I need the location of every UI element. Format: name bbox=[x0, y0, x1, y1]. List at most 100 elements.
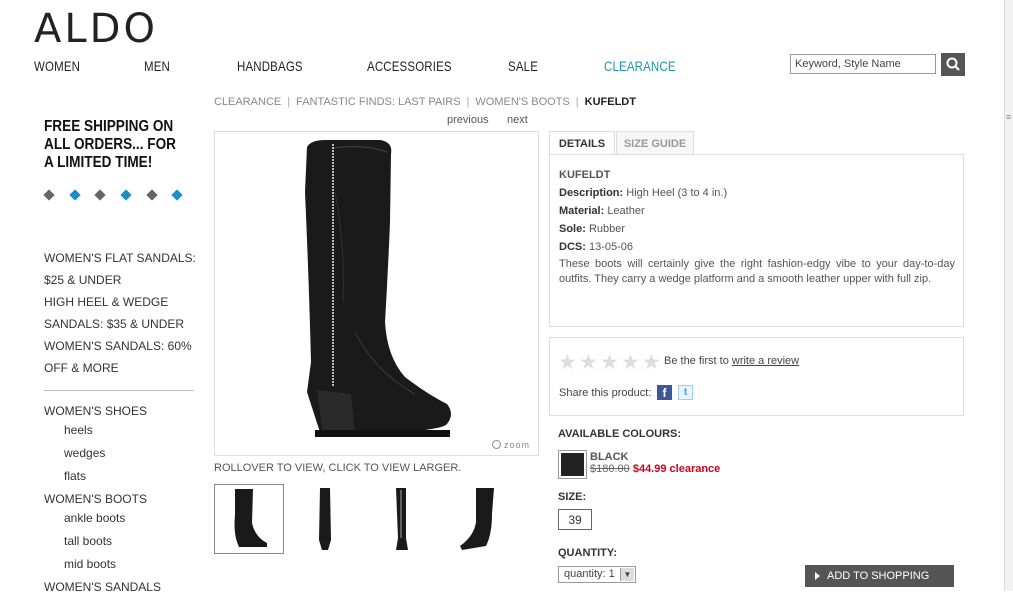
rating-star-icon[interactable]: ★ bbox=[621, 350, 640, 375]
breadcrumb-fantastic-finds[interactable]: FANTASTIC FINDS: LAST PAIRS bbox=[296, 96, 460, 108]
promo-link-flat-sandals-price[interactable]: $25 & UNDER bbox=[44, 273, 121, 287]
breadcrumb: CLEARANCE | FANTASTIC FINDS: LAST PAIRS | WO… bbox=[214, 96, 636, 108]
detail-dcs: DCS: 13-05-06 bbox=[559, 241, 633, 253]
previous-link[interactable]: previous bbox=[447, 114, 489, 126]
boot-thumbnail-image bbox=[234, 489, 267, 547]
tab-details[interactable]: DETAILS bbox=[549, 131, 615, 155]
sidebar-item-womens-shoes[interactable]: WOMEN'S SHOES bbox=[44, 404, 147, 418]
size-label: SIZE: bbox=[558, 491, 587, 503]
nav-women[interactable]: WOMEN bbox=[34, 58, 80, 74]
promo-link-heel-wedge-price[interactable]: SANDALS: $35 & UNDER bbox=[44, 317, 184, 331]
breadcrumb-current: KUFELDT bbox=[584, 96, 636, 108]
sidebar-item-flats[interactable]: flats bbox=[64, 469, 86, 483]
zoom-icon bbox=[492, 440, 501, 449]
boot-thumbnail-image bbox=[460, 488, 494, 550]
detail-sole: Sole: Rubber bbox=[559, 223, 625, 235]
promo-link-womens-sandals-off[interactable]: OFF & MORE bbox=[44, 361, 119, 375]
boot-image bbox=[305, 140, 451, 437]
zoom-label: zoom bbox=[504, 440, 531, 450]
write-review-link[interactable]: write a review bbox=[732, 355, 799, 367]
facebook-share-icon[interactable]: f bbox=[657, 385, 672, 400]
add-to-bag-button[interactable]: ADD TO SHOPPING BAG bbox=[805, 565, 954, 604]
rating-star-icon[interactable]: ★ bbox=[600, 350, 619, 375]
product-name: KUFELDT bbox=[559, 169, 611, 181]
quantity-label: QUANTITY: bbox=[558, 547, 618, 559]
carousel-dot[interactable] bbox=[43, 189, 55, 201]
detail-description: Description: High Heel (3 to 4 in.) bbox=[559, 187, 727, 199]
main-product-image[interactable] bbox=[214, 131, 539, 456]
detail-value: High Heel (3 to 4 in.) bbox=[626, 187, 728, 199]
zoom-control[interactable]: zoom bbox=[492, 440, 530, 450]
review-prompt: Be the first to write a review bbox=[664, 355, 799, 367]
breadcrumb-separator: | bbox=[466, 96, 470, 108]
sidebar-item-tall-boots[interactable]: tall boots bbox=[64, 534, 112, 548]
sidebar-item-womens-boots[interactable]: WOMEN'S BOOTS bbox=[44, 492, 147, 506]
carousel-dot[interactable] bbox=[171, 189, 183, 201]
sidebar-divider bbox=[44, 390, 194, 391]
share-label: Share this product: bbox=[559, 387, 652, 399]
carousel-dot[interactable] bbox=[120, 189, 132, 201]
review-prompt-text: Be the first to bbox=[664, 355, 729, 367]
arrow-right-icon bbox=[815, 572, 820, 580]
available-colours-label: AVAILABLE COLOURS: bbox=[558, 428, 682, 440]
search-button[interactable] bbox=[941, 53, 965, 76]
carousel-dot[interactable] bbox=[94, 189, 106, 201]
clearance-price: $44.99 clearance bbox=[632, 463, 721, 475]
scrollbar-grip-icon: ≡ bbox=[1006, 112, 1012, 122]
detail-value: Leather bbox=[607, 205, 645, 217]
thumbnail-side[interactable] bbox=[214, 484, 284, 554]
rating-star-icon[interactable]: ★ bbox=[558, 350, 577, 375]
nav-accessories[interactable]: ACCESSORIES bbox=[367, 58, 452, 74]
thumbnail-back[interactable] bbox=[366, 484, 436, 554]
breadcrumb-clearance[interactable]: CLEARANCE bbox=[214, 96, 281, 108]
tab-size-guide[interactable]: SIZE GUIDE bbox=[616, 131, 694, 155]
breadcrumb-separator: | bbox=[575, 96, 579, 108]
chevron-down-icon[interactable]: ▼ bbox=[620, 568, 634, 581]
search-input[interactable]: Keyword, Style Name bbox=[790, 54, 936, 74]
twitter-share-icon[interactable]: t bbox=[678, 385, 693, 400]
quantity-select[interactable]: quantity: 1 ▼ bbox=[558, 566, 636, 583]
product-description: These boots will certainly give the righ… bbox=[559, 258, 955, 285]
boot-thumbnail-image bbox=[396, 488, 408, 550]
carousel-dot[interactable] bbox=[69, 189, 81, 201]
free-shipping-promo[interactable]: FREE SHIPPING ON ALL ORDERS... FOR A LIM… bbox=[44, 118, 180, 172]
breadcrumb-womens-boots[interactable]: WOMEN'S BOOTS bbox=[475, 96, 569, 108]
detail-label: Material: bbox=[559, 205, 605, 217]
quantity-value: quantity: 1 bbox=[564, 568, 615, 580]
promo-link-heel-wedge[interactable]: HIGH HEEL & WEDGE bbox=[44, 295, 168, 309]
sidebar-item-womens-sandals[interactable]: WOMEN'S SANDALS bbox=[44, 580, 161, 594]
add-to-bag-label: ADD TO SHOPPING BAG bbox=[827, 570, 930, 604]
nav-clearance[interactable]: CLEARANCE bbox=[604, 58, 676, 74]
sidebar-item-wedges[interactable]: wedges bbox=[64, 446, 105, 460]
detail-label: Sole: bbox=[559, 223, 586, 235]
size-option[interactable]: 39 bbox=[558, 509, 592, 530]
breadcrumb-separator: | bbox=[287, 96, 291, 108]
rating-star-icon[interactable]: ★ bbox=[579, 350, 598, 375]
sidebar-item-ankle-boots[interactable]: ankle boots bbox=[64, 511, 125, 525]
boot-thumbnail-image bbox=[319, 488, 331, 550]
promo-link-womens-sandals[interactable]: WOMEN'S SANDALS: 60% bbox=[44, 339, 192, 353]
rating-star-icon[interactable]: ★ bbox=[642, 350, 661, 375]
nav-handbags[interactable]: HANDBAGS bbox=[237, 58, 303, 74]
next-link[interactable]: next bbox=[507, 114, 528, 126]
detail-value: 13-05-06 bbox=[588, 241, 633, 253]
gallery-hint: ROLLOVER TO VIEW, CLICK TO VIEW LARGER. bbox=[214, 462, 462, 474]
detail-label: Description: bbox=[559, 187, 624, 199]
thumbnail-front[interactable] bbox=[290, 484, 360, 554]
colour-swatch-black[interactable] bbox=[558, 450, 587, 479]
vertical-scrollbar[interactable]: ≡ bbox=[1004, 0, 1013, 591]
price: $180.00 $44.99 clearance bbox=[590, 463, 720, 475]
nav-sale[interactable]: SALE bbox=[508, 58, 538, 74]
detail-value: Rubber bbox=[588, 223, 626, 235]
nav-men[interactable]: MEN bbox=[144, 58, 170, 74]
thumbnail-side-inner[interactable] bbox=[442, 484, 512, 554]
detail-label: DCS: bbox=[559, 241, 586, 253]
promo-link-flat-sandals[interactable]: WOMEN'S FLAT SANDALS: bbox=[44, 251, 196, 265]
search-icon bbox=[946, 57, 960, 71]
sidebar-item-heels[interactable]: heels bbox=[64, 423, 93, 437]
carousel-dot[interactable] bbox=[146, 189, 158, 201]
swatch-fill bbox=[561, 453, 584, 476]
aldo-logo[interactable]: ALDO bbox=[34, 6, 158, 52]
detail-material: Material: Leather bbox=[559, 205, 645, 217]
sidebar-item-mid-boots[interactable]: mid boots bbox=[64, 557, 116, 571]
